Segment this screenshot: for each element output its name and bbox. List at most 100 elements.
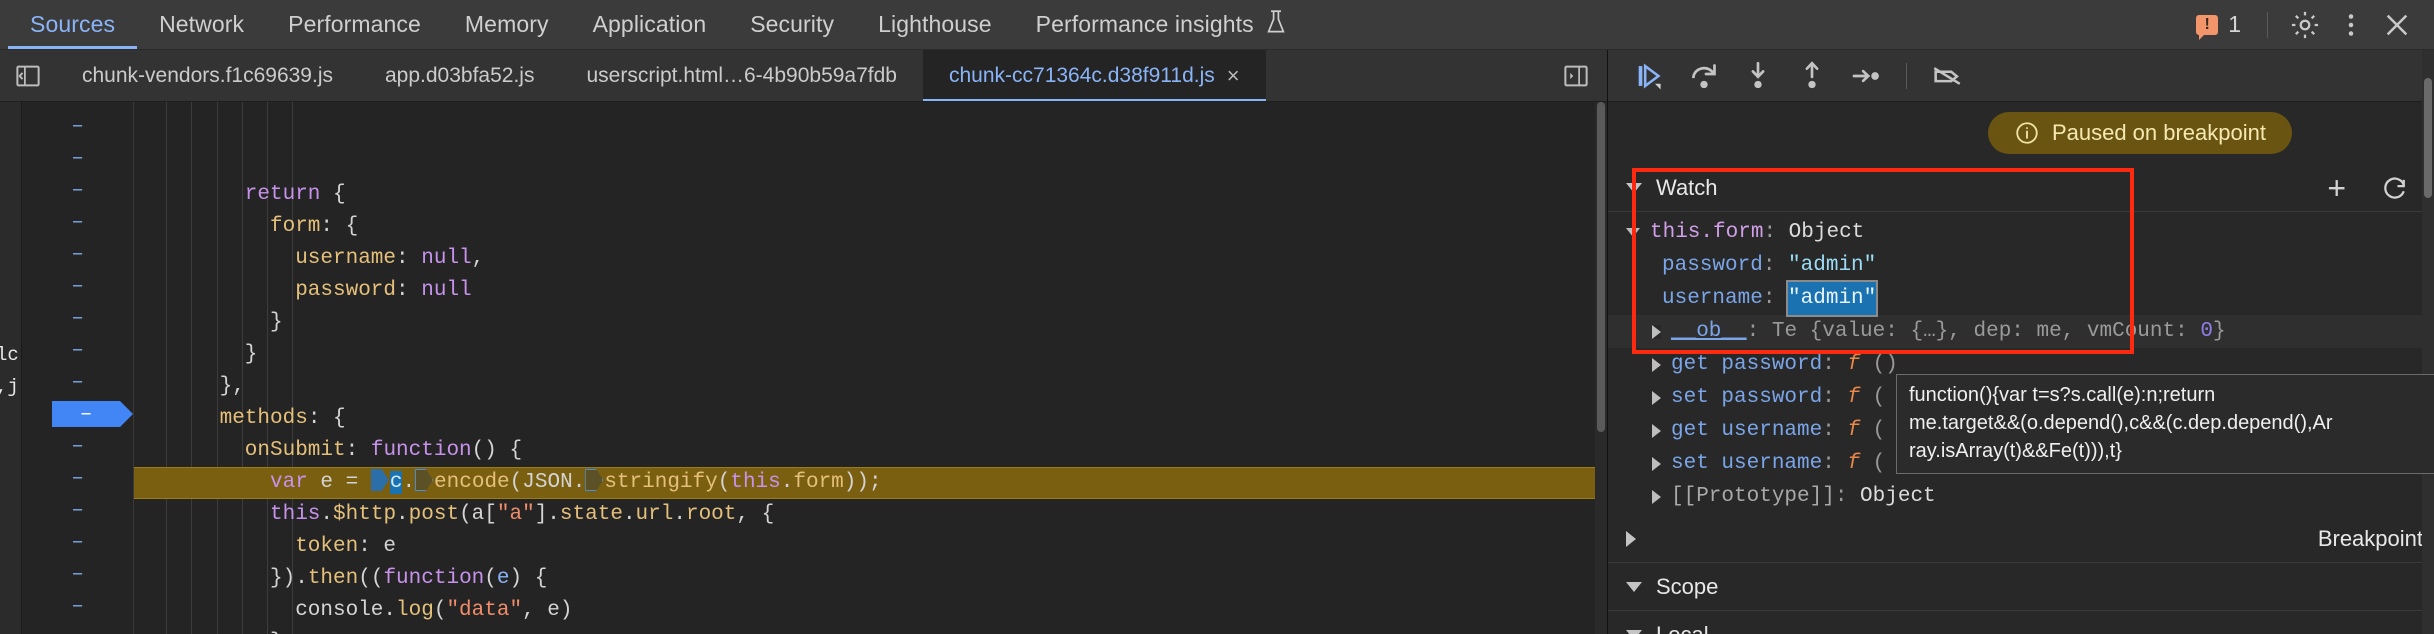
gear-icon[interactable] — [2282, 2, 2328, 48]
gutter-line-marker[interactable]: – — [22, 462, 133, 494]
gutter-line-marker[interactable]: – — [22, 622, 133, 634]
code-line[interactable]: } — [134, 627, 1607, 634]
code-editor[interactable]: lc ,j ––––––––––––––––– return {form: {u… — [0, 102, 1607, 634]
watch-token: : — [1822, 419, 1848, 442]
show-debugger-icon[interactable] — [1553, 53, 1599, 99]
watch-row[interactable]: this .form: Object — [1608, 216, 2434, 249]
step-out-icon[interactable] — [1788, 52, 1836, 100]
chevron-right-icon[interactable] — [1652, 324, 1661, 339]
chevron-right-icon[interactable] — [1652, 456, 1661, 471]
code-line[interactable]: username: null, — [134, 243, 1607, 275]
chevron-right-icon[interactable] — [1652, 357, 1661, 372]
resume-icon[interactable] — [1626, 52, 1674, 100]
code-line[interactable]: password: null — [134, 275, 1607, 307]
gutter-line-marker[interactable]: – — [22, 174, 133, 206]
deactivate-breakpoints-icon[interactable] — [1923, 52, 1971, 100]
chevron-right-icon[interactable] — [1652, 390, 1661, 405]
debugger-scrollbar-thumb[interactable] — [2424, 78, 2432, 198]
editor-scrollbar-thumb[interactable] — [1597, 102, 1605, 432]
code-line[interactable]: } — [134, 307, 1607, 339]
gutter-line-marker[interactable]: – — [22, 526, 133, 558]
file-tab[interactable]: chunk-vendors.f1c69639.js — [56, 50, 359, 101]
gutter-line-marker[interactable]: – — [22, 334, 133, 366]
main-tab-network[interactable]: Network — [137, 0, 266, 49]
kebab-menu-icon[interactable] — [2328, 2, 2374, 48]
add-watch-expression-icon[interactable]: + — [2327, 172, 2346, 204]
chevron-right-icon[interactable] — [1652, 423, 1661, 438]
chevron-down-icon[interactable] — [1626, 228, 1640, 237]
gutter-line-marker[interactable]: – — [22, 366, 133, 398]
gutter-line-marker[interactable]: – — [22, 494, 133, 526]
watch-row[interactable]: [[Prototype]]: Object — [1608, 480, 2434, 513]
code-line[interactable]: methods: { — [134, 403, 1607, 435]
code-line[interactable]: }).then((function(e) { — [134, 563, 1607, 595]
gutter-line-marker[interactable]: – — [22, 206, 133, 238]
code-line[interactable]: this.$http.post(a["a"].state.url.root, { — [134, 499, 1607, 531]
step-over-icon[interactable] — [1680, 52, 1728, 100]
breakpoint-arrow[interactable]: – — [52, 401, 133, 427]
main-tab-performance[interactable]: Performance — [266, 0, 443, 49]
main-tab-memory[interactable]: Memory — [443, 0, 571, 49]
gutter-breakpoint-marker[interactable]: – — [22, 398, 133, 430]
watch-row[interactable]: __ob__: Te {value: {…}, dep: me, vmCount… — [1608, 315, 2434, 348]
debugger-toolbar-divider — [1906, 62, 1907, 89]
file-tab[interactable]: chunk-cc71364c.d38f911d.js × — [922, 50, 1266, 101]
error-count-badge[interactable]: ! 1 — [2184, 11, 2253, 40]
file-tab[interactable]: app.d03bfa52.js — [359, 50, 560, 101]
code-line[interactable]: return { — [134, 179, 1607, 211]
gutter-line-marker[interactable]: – — [22, 558, 133, 590]
paused-banner-label: Paused on breakpoint — [2051, 120, 2266, 145]
main-tab-security[interactable]: Security — [728, 0, 856, 49]
editor-gutter[interactable]: – – – – – – – – – – – – – – – – – — [22, 102, 134, 634]
main-tab-performance-insights[interactable]: Performance insights — [1014, 0, 1310, 49]
main-tab-sources[interactable]: Sources — [8, 0, 138, 49]
watch-row[interactable]: password: "admin" — [1608, 249, 2434, 282]
error-count-label: 1 — [2228, 11, 2241, 37]
debugger-scrollbar[interactable] — [2422, 50, 2434, 634]
gutter-line-marker[interactable]: – — [22, 302, 133, 334]
gutter-line-marker[interactable]: – — [22, 142, 133, 174]
step-icon[interactable] — [1842, 52, 1890, 100]
code-line[interactable]: token: e — [134, 531, 1607, 563]
inline-eval-marker-icon[interactable] — [415, 469, 434, 491]
code-line[interactable]: }, — [134, 371, 1607, 403]
gutter-line-marker[interactable]: – — [22, 430, 133, 462]
code-line[interactable]: } — [134, 339, 1607, 371]
close-icon[interactable] — [2374, 2, 2420, 48]
watch-token: 0 — [2200, 320, 2213, 343]
code-token: url — [635, 503, 674, 526]
code-line[interactable]: console.log("data", e) — [134, 595, 1607, 627]
code-line[interactable]: onSubmit: function() { — [134, 435, 1607, 467]
main-tab-lighthouse[interactable]: Lighthouse — [856, 0, 1014, 49]
refresh-icon[interactable] — [2380, 173, 2410, 203]
gutter-line-marker[interactable]: – — [22, 110, 133, 142]
main-tab-application[interactable]: Application — [571, 0, 729, 49]
file-tab[interactable]: userscript.html…6-4b90b59a7fdb — [560, 50, 923, 101]
section-header-watch[interactable]: Watch + — [1608, 164, 2434, 212]
gutter-line-marker[interactable]: – — [22, 238, 133, 270]
editor-scrollbar[interactable] — [1595, 102, 1607, 634]
watch-token: set username — [1671, 452, 1823, 475]
section-header-local[interactable]: Local — [1608, 611, 2434, 634]
editor-code-area[interactable]: return {form: {username: null, password: … — [134, 102, 1607, 634]
inline-eval-marker-icon[interactable] — [370, 469, 389, 491]
code-token: this — [270, 503, 321, 526]
gutter-line-marker[interactable]: – — [22, 270, 133, 302]
section-header-scope[interactable]: Scope — [1608, 563, 2434, 611]
code-line-executing[interactable]: var e = c. encode(JSON. stringify(this.for… — [134, 467, 1607, 499]
code-token: ( — [433, 599, 447, 622]
paused-banner-row: Paused on breakpoint — [1608, 102, 2434, 164]
watch-row[interactable]: username: "admin" — [1608, 280, 2434, 317]
collapse-sidebar-icon[interactable] — [0, 50, 56, 101]
step-into-icon[interactable] — [1734, 52, 1782, 100]
watch-token: "admin" — [1786, 280, 1879, 317]
gutter-line-marker[interactable]: – — [22, 590, 133, 622]
section-header-breakpoints[interactable]: Breakpoints — [1608, 515, 2434, 563]
close-icon[interactable]: × — [1227, 64, 1240, 87]
inline-eval-marker-icon[interactable] — [585, 469, 604, 491]
watch-token: : — [1746, 320, 1772, 343]
code-line[interactable]: form: { — [134, 211, 1607, 243]
code-token: password — [295, 279, 397, 302]
watch-token: {…} — [1910, 320, 1949, 343]
chevron-right-icon[interactable] — [1652, 489, 1661, 504]
